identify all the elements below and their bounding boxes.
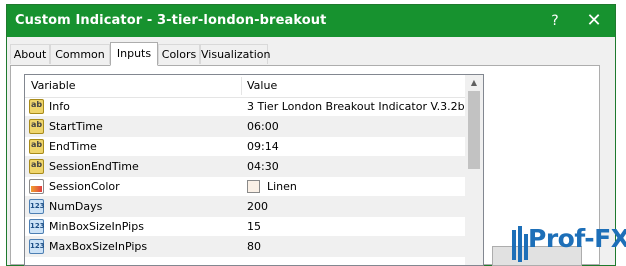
- variable-name: Info: [49, 100, 70, 113]
- table-row[interactable]: ab EndTime 09:14: [25, 137, 465, 157]
- tab-about[interactable]: About: [10, 44, 50, 64]
- variable-name: MaxBoxSizeInPips: [49, 240, 148, 253]
- grid-header: Variable Value: [25, 75, 465, 98]
- ab-string-icon: ab: [29, 139, 44, 154]
- variable-name: MinBoxSizeInPips: [49, 220, 144, 233]
- variable-name: SessionEndTime: [49, 160, 139, 173]
- variable-value[interactable]: 15: [247, 217, 261, 237]
- vertical-scrollbar[interactable]: ▲: [465, 75, 483, 265]
- variable-value[interactable]: Linen: [267, 177, 297, 197]
- variable-name: StartTime: [49, 120, 103, 133]
- scroll-up-arrow-icon[interactable]: ▲: [465, 75, 483, 91]
- inputs-grid: Variable Value ab Info 3 Tier London Bre…: [24, 74, 484, 266]
- help-button[interactable]: ?: [543, 9, 567, 33]
- table-row[interactable]: ab SessionEndTime 04:30: [25, 157, 465, 177]
- table-row[interactable]: ab Info 3 Tier London Breakout Indicator…: [25, 97, 465, 117]
- watermark-text: Prof-FX: [528, 224, 626, 253]
- variable-value[interactable]: 3 Tier London Breakout Indicator V.3.2b: [247, 97, 465, 117]
- ab-string-icon: ab: [29, 99, 44, 114]
- table-row[interactable]: SessionColor Linen: [25, 177, 465, 197]
- ab-string-icon: ab: [29, 119, 44, 134]
- number-icon: 123: [29, 219, 45, 234]
- variable-value[interactable]: 80: [247, 237, 261, 257]
- watermark-logo: Prof-FX: [506, 220, 626, 266]
- table-row[interactable]: 123 MaxBoxSizeInPips 80: [25, 237, 465, 257]
- variable-value[interactable]: 200: [247, 197, 268, 217]
- close-button[interactable]: ✕: [579, 7, 609, 35]
- table-row[interactable]: ab StartTime 06:00: [25, 117, 465, 137]
- variable-name: SessionColor: [49, 180, 120, 193]
- column-header-variable[interactable]: Variable: [31, 75, 76, 97]
- number-icon: 123: [29, 199, 45, 214]
- column-divider[interactable]: [241, 77, 242, 95]
- variable-value[interactable]: 06:00: [247, 117, 279, 137]
- tab-inputs[interactable]: Inputs: [110, 42, 158, 66]
- tab-colors[interactable]: Colors: [158, 44, 200, 64]
- variable-name: EndTime: [49, 140, 97, 153]
- ab-string-icon: ab: [29, 159, 44, 174]
- table-row[interactable]: 123 MinBoxSizeInPips 15: [25, 217, 465, 237]
- title-bar[interactable]: Custom Indicator - 3-tier-london-breakou…: [7, 5, 615, 37]
- color-swatch[interactable]: [247, 180, 260, 193]
- table-row[interactable]: 123 NumDays 200: [25, 197, 465, 217]
- variable-name: NumDays: [49, 200, 103, 213]
- tab-visualization[interactable]: Visualization: [200, 44, 270, 64]
- tab-common[interactable]: Common: [50, 44, 110, 64]
- variable-value[interactable]: 04:30: [247, 157, 279, 177]
- window-title: Custom Indicator - 3-tier-london-breakou…: [15, 13, 327, 28]
- color-icon: [29, 179, 44, 194]
- scrollbar-thumb[interactable]: [468, 91, 480, 169]
- number-icon: 123: [29, 239, 45, 254]
- variable-value[interactable]: 09:14: [247, 137, 279, 157]
- column-header-value[interactable]: Value: [247, 75, 277, 97]
